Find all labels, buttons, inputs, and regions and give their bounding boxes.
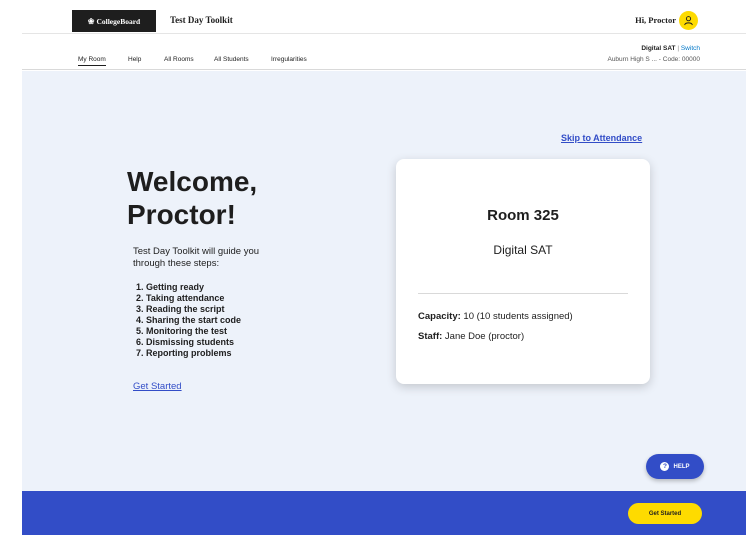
- help-button[interactable]: ? HELP: [646, 454, 704, 479]
- step-item: 7. Reporting problems: [136, 348, 232, 358]
- capacity-value: 10 (10 students assigned): [463, 311, 573, 322]
- capacity-row: Capacity: 10 (10 students assigned): [418, 311, 573, 322]
- nav-tab-my-room[interactable]: My Room: [78, 56, 106, 66]
- get-started-button[interactable]: Get Started: [628, 503, 702, 524]
- test-switcher: Digital SAT | Switch: [641, 45, 700, 52]
- logo-text: CollegeBoard: [96, 16, 141, 26]
- capacity-label: Capacity:: [418, 311, 461, 322]
- footer-bar: Get Started: [22, 491, 746, 535]
- acorn-icon: ❀: [87, 16, 95, 26]
- step-item: 6. Dismissing students: [136, 337, 235, 347]
- intro-text: Test Day Toolkit will guide you through …: [133, 246, 260, 269]
- card-divider: [418, 293, 628, 294]
- app-window: ❀ CollegeBoard Test Day Toolkit Hi, Proc…: [22, 8, 746, 535]
- nav-bar: My Room Help All Rooms All Students Irre…: [22, 34, 746, 70]
- room-card: Room 325 Digital SAT Capacity: 10 (10 st…: [396, 159, 650, 384]
- top-bar: ❀ CollegeBoard Test Day Toolkit Hi, Proc…: [22, 8, 746, 34]
- staff-label: Staff:: [418, 331, 443, 342]
- user-icon: [684, 16, 693, 26]
- school-code: Auburn High S ... - Code: 00000: [607, 56, 700, 63]
- room-test-name: Digital SAT: [493, 243, 553, 257]
- app-title: Test Day Toolkit: [170, 15, 233, 25]
- step-item: 2. Taking attendance: [136, 293, 225, 303]
- welcome-heading: Welcome, Proctor!: [127, 166, 258, 230]
- nav-tab-help[interactable]: Help: [128, 56, 141, 63]
- step-item: 3. Reading the script: [136, 304, 225, 314]
- separator: |: [677, 45, 680, 52]
- user-greeting: Hi, Proctor: [635, 15, 676, 25]
- get-started-link[interactable]: Get Started: [133, 381, 182, 392]
- staff-row: Staff: Jane Doe (proctor): [418, 331, 524, 342]
- nav-tab-all-rooms[interactable]: All Rooms: [164, 56, 194, 63]
- staff-value: Jane Doe (proctor): [444, 331, 525, 342]
- nav-tab-irregularities[interactable]: Irregularities: [271, 56, 307, 63]
- step-item: 4. Sharing the start code: [136, 315, 242, 325]
- switch-link[interactable]: Switch: [681, 45, 700, 52]
- step-item: 5. Monitoring the test: [136, 326, 227, 336]
- steps-list: 1. Getting ready 2. Taking attendance 3.…: [136, 282, 241, 359]
- current-test-name: Digital SAT: [641, 45, 676, 52]
- room-name: Room 325: [487, 207, 559, 224]
- user-avatar[interactable]: [679, 11, 698, 30]
- question-icon: ?: [660, 462, 670, 471]
- help-button-label: HELP: [673, 463, 690, 470]
- college-board-logo[interactable]: ❀ CollegeBoard: [72, 10, 156, 32]
- nav-tab-all-students[interactable]: All Students: [214, 56, 249, 63]
- main-content: Skip to Attendance Welcome, Proctor! Tes…: [22, 71, 746, 491]
- skip-to-attendance-link[interactable]: Skip to Attendance: [561, 133, 642, 143]
- step-item: 1. Getting ready: [136, 282, 205, 292]
